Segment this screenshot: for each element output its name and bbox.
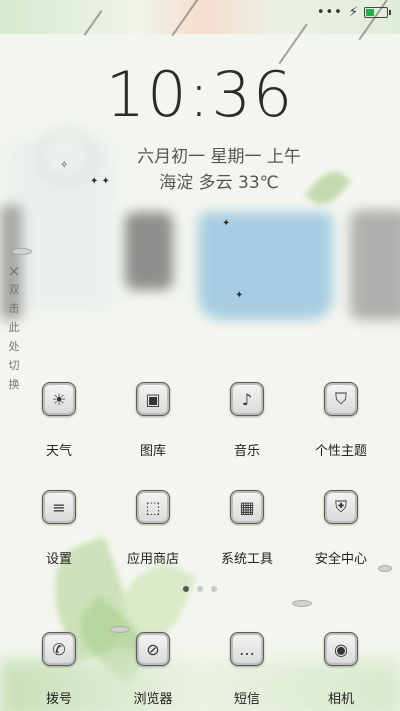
app-label: 安全中心 bbox=[314, 552, 367, 567]
phone-icon[interactable]: ✆ bbox=[42, 632, 76, 666]
app-store[interactable]: ⬚ 应用商店 bbox=[106, 490, 200, 567]
app-messages[interactable]: … 短信 bbox=[200, 632, 294, 707]
app-label: 应用商店 bbox=[126, 552, 179, 567]
app-label: 图库 bbox=[139, 444, 166, 459]
close-icon[interactable]: × bbox=[6, 262, 22, 280]
page-indicator[interactable] bbox=[0, 586, 400, 592]
box-icon[interactable]: ⬚ bbox=[136, 490, 170, 524]
app-label: 系统工具 bbox=[220, 552, 273, 567]
app-label: 音乐 bbox=[233, 444, 260, 459]
app-weather[interactable]: ☀ 天气 bbox=[12, 382, 106, 459]
hint-char: 处 bbox=[8, 340, 20, 353]
app-label: 浏览器 bbox=[133, 692, 173, 707]
wallpaper-strap bbox=[125, 212, 173, 290]
status-bar: ••• ⚡ bbox=[317, 0, 400, 24]
music-note-icon[interactable]: ♪ bbox=[230, 382, 264, 416]
app-music[interactable]: ♪ 音乐 bbox=[200, 382, 294, 459]
wallpaper-switch-hint[interactable]: × 双 击 此 处 切 换 bbox=[6, 262, 22, 394]
signal-dots: ••• bbox=[316, 4, 343, 20]
battery-icon bbox=[364, 6, 391, 18]
bolt-icon: ⚡ bbox=[348, 4, 358, 20]
sun-icon[interactable]: ☀ bbox=[42, 382, 76, 416]
hint-char: 击 bbox=[8, 302, 20, 315]
app-label: 相机 bbox=[327, 692, 354, 707]
message-icon[interactable]: … bbox=[230, 632, 264, 666]
lunar-date-weekday: 六月初一 星期一 上午 bbox=[137, 147, 301, 167]
app-system-tools[interactable]: ▦ 系统工具 bbox=[200, 490, 294, 567]
wallpaper-shorts bbox=[198, 212, 333, 320]
app-label: 短信 bbox=[233, 692, 260, 707]
dock: ✆ 拨号 ⊘ 浏览器 … 短信 ◉ 相机 bbox=[12, 632, 388, 707]
hint-char: 双 bbox=[8, 283, 20, 296]
app-grid-row-1: ☀ 天气 ▣ 图库 ♪ 音乐 ⛉ 个性主题 bbox=[12, 382, 388, 459]
sparkle: ✦ bbox=[222, 218, 231, 229]
app-themes[interactable]: ⛉ 个性主题 bbox=[294, 382, 388, 459]
settings-sliders-icon[interactable]: ≡ bbox=[42, 490, 76, 524]
water-drop bbox=[292, 600, 312, 607]
app-camera[interactable]: ◉ 相机 bbox=[294, 632, 388, 707]
shield-icon[interactable]: ⛨ bbox=[324, 490, 358, 524]
page-dot[interactable] bbox=[211, 586, 217, 592]
wallpaper-shirt bbox=[350, 210, 400, 320]
grid-tools-icon[interactable]: ▦ bbox=[230, 490, 264, 524]
camera-icon[interactable]: ◉ bbox=[324, 632, 358, 666]
app-label: 个性主题 bbox=[314, 444, 367, 459]
app-security[interactable]: ⛨ 安全中心 bbox=[294, 490, 388, 567]
app-browser[interactable]: ⊘ 浏览器 bbox=[106, 632, 200, 707]
gallery-icon[interactable]: ▣ bbox=[136, 382, 170, 416]
page-dot[interactable] bbox=[197, 586, 203, 592]
clock-time[interactable]: 10:36 bbox=[0, 58, 400, 131]
app-grid-row-2: ≡ 设置 ⬚ 应用商店 ▦ 系统工具 ⛨ 安全中心 bbox=[12, 490, 388, 567]
sparkle: ✦ bbox=[235, 290, 244, 301]
app-label: 拨号 bbox=[45, 692, 72, 707]
compass-icon[interactable]: ⊘ bbox=[136, 632, 170, 666]
tshirt-icon[interactable]: ⛉ bbox=[324, 382, 358, 416]
hint-char: 此 bbox=[8, 321, 20, 334]
page-dot-active[interactable] bbox=[183, 586, 189, 592]
weather-summary[interactable]: 海淀 多云 33℃ bbox=[0, 168, 400, 193]
app-gallery[interactable]: ▣ 图库 bbox=[106, 382, 200, 459]
hint-char: 切 bbox=[8, 359, 20, 372]
app-dialer[interactable]: ✆ 拨号 bbox=[12, 632, 106, 707]
app-settings[interactable]: ≡ 设置 bbox=[12, 490, 106, 567]
water-drop bbox=[12, 248, 32, 255]
app-label: 天气 bbox=[45, 444, 72, 459]
battery-fill bbox=[366, 8, 374, 16]
app-label: 设置 bbox=[45, 552, 72, 567]
